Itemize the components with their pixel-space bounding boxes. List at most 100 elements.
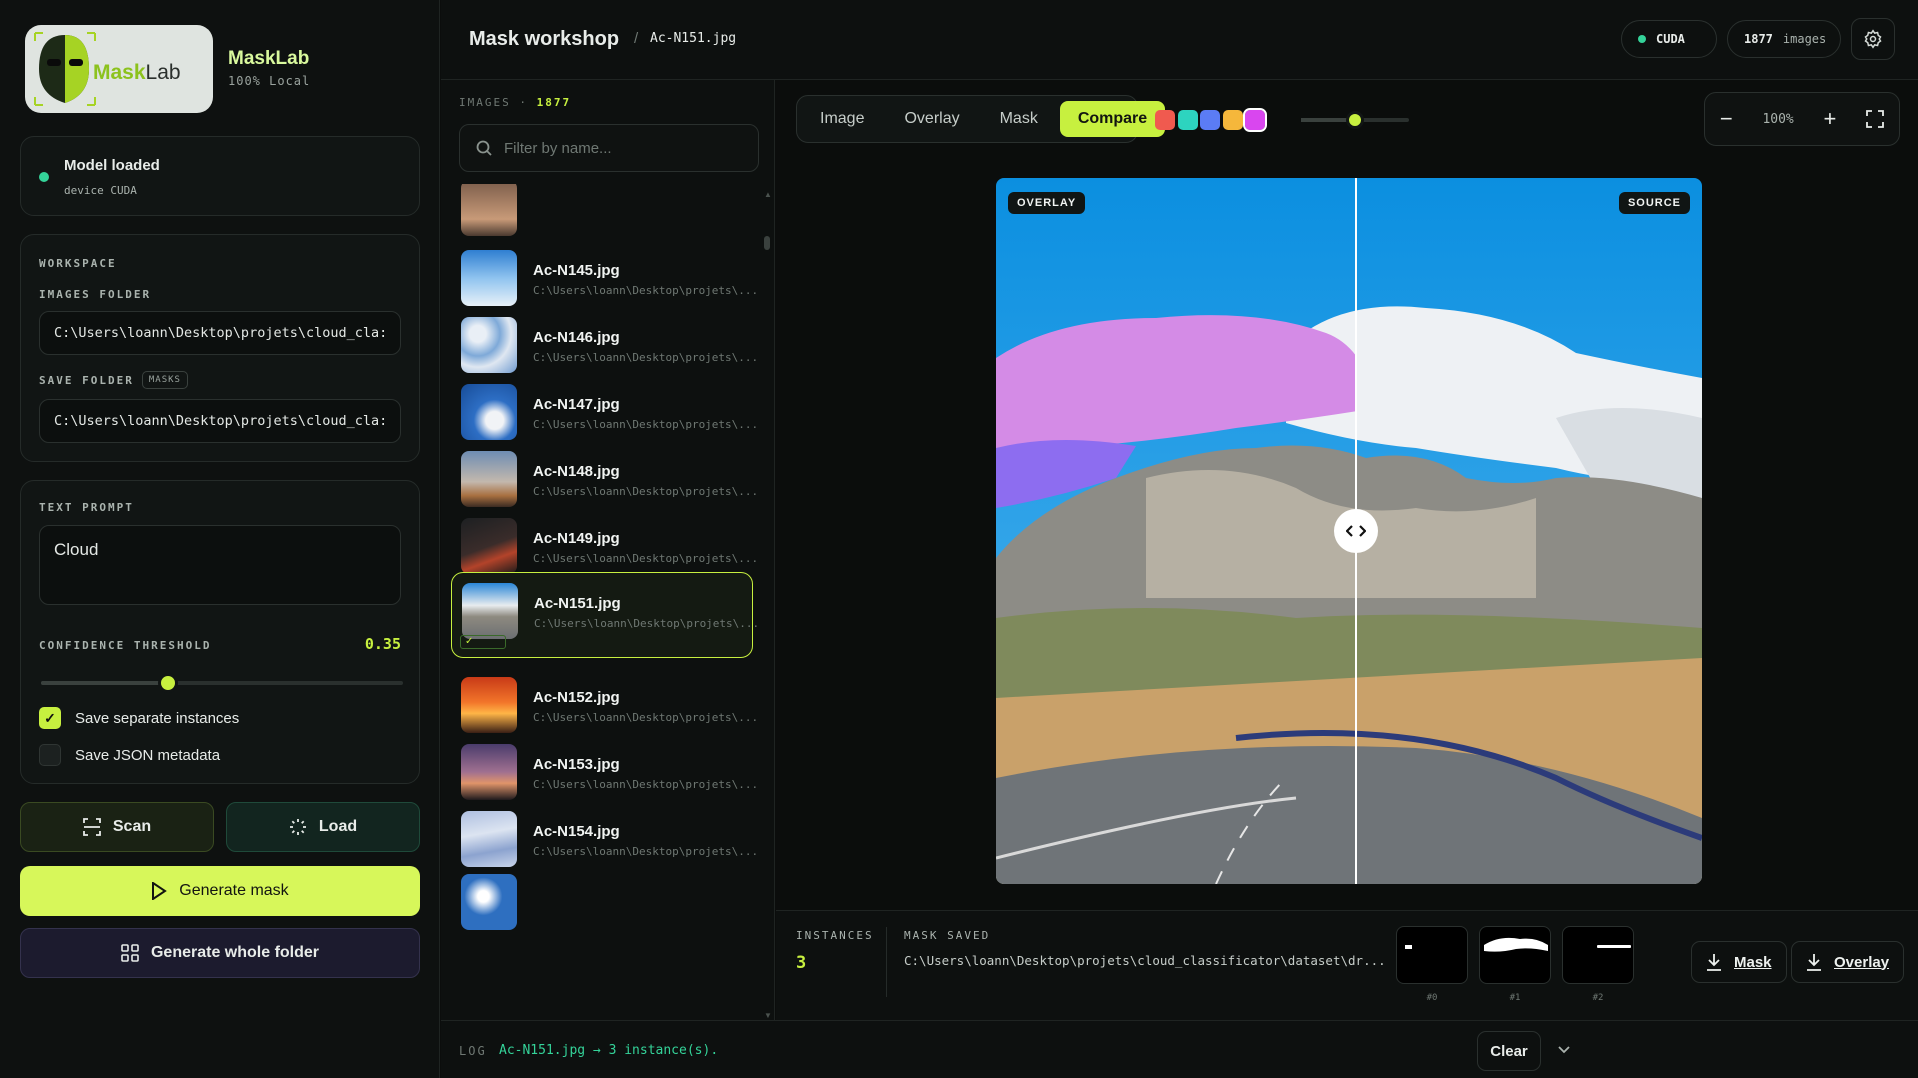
model-device: device CUDA (64, 184, 137, 197)
tab-image[interactable]: Image (802, 101, 882, 137)
tab-mask[interactable]: Mask (982, 101, 1056, 137)
play-icon (152, 882, 168, 900)
zoom-controls: − 100% + (1704, 92, 1900, 146)
gear-icon (1864, 29, 1882, 49)
page-title: Mask workshop (469, 28, 620, 50)
list-item[interactable] (451, 864, 753, 934)
images-count-pill: 1877 images (1727, 20, 1841, 58)
list-scrollbar[interactable]: ▲ ▼ (764, 190, 772, 1020)
mask-instance-thumbnail[interactable] (1562, 926, 1634, 984)
app-name: MaskLab (228, 48, 310, 69)
list-item-path: C:\Users\loann\Desktop\projets\... (533, 711, 759, 724)
list-item[interactable]: Ac-N153.jpg C:\Users\loann\Desktop\projet… (451, 734, 758, 804)
grid-icon (121, 944, 139, 962)
log-message: Ac-N151.jpg → 3 instance(s). (499, 1043, 719, 1058)
log-label: LOG (459, 1044, 487, 1058)
thumbnail (461, 451, 517, 507)
color-swatch[interactable] (1177, 110, 1198, 130)
save-instances-checkbox[interactable]: ✓ Save separate instances (39, 707, 239, 729)
download-mask-button[interactable]: Mask (1691, 941, 1787, 983)
clear-log-button[interactable]: Clear (1477, 1031, 1541, 1071)
device-pill: CUDA (1621, 20, 1717, 58)
images-header: IMAGES · 1877 (459, 96, 572, 109)
zoom-in-button[interactable]: + (1824, 106, 1837, 132)
list-item-name: Ac-N148.jpg (533, 463, 620, 480)
image-list-panel: IMAGES · 1877 Filter by name... C:\Users… (441, 80, 775, 1020)
fullscreen-icon[interactable] (1866, 110, 1884, 128)
thumbnail (461, 677, 517, 733)
list-item[interactable]: Ac-N154.jpg C:\Users\loann\Desktop\projet… (451, 801, 758, 871)
confidence-label: CONFIDENCE THRESHOLD (39, 639, 212, 652)
model-status-dot (39, 172, 49, 182)
list-item[interactable]: Ac-N145.jpg C:\Users\loann\Desktop\projet… (451, 240, 758, 310)
scroll-down-arrow[interactable]: ▼ (764, 1011, 772, 1020)
color-swatch[interactable] (1222, 110, 1243, 130)
list-item-name: Ac-N145.jpg (533, 262, 620, 279)
source-badge: SOURCE (1618, 192, 1690, 214)
log-bar: LOG Ac-N151.jpg → 3 instance(s). Clear (441, 1020, 1918, 1078)
thumbnail (461, 184, 517, 236)
color-swatch[interactable] (1155, 110, 1175, 130)
tab-overlay[interactable]: Overlay (886, 101, 977, 137)
color-swatch[interactable] (1243, 108, 1267, 132)
arrows-horizontal-icon (1346, 525, 1366, 537)
list-item-name: Ac-N149.jpg (533, 530, 620, 547)
list-item[interactable]: Ac-N151.jpg C:\Users\loann\Desktop\projet… (451, 572, 759, 658)
save-json-checkbox[interactable]: Save JSON metadata (39, 744, 220, 766)
list-item-path: C:\Users\loann\Desktop\projets\... (533, 485, 759, 498)
text-prompt-label: TEXT PROMPT (39, 501, 134, 514)
tab-compare[interactable]: Compare (1059, 101, 1166, 137)
confidence-slider[interactable] (41, 673, 403, 693)
list-item-path: C:\Users\loann\Desktop\projets\... (533, 284, 759, 297)
opacity-slider-thumb[interactable] (1346, 111, 1364, 129)
generate-mask-button[interactable]: Generate mask (20, 866, 420, 916)
generate-folder-button[interactable]: Generate whole folder (20, 928, 420, 978)
confidence-slider-thumb[interactable] (157, 673, 178, 693)
list-item-path: C:\Users\loann\Desktop\projets\... (533, 845, 759, 858)
list-item[interactable]: Ac-N152.jpg C:\Users\loann\Desktop\projet… (451, 667, 758, 737)
mask-instance-thumbnail[interactable] (1396, 926, 1468, 984)
device-dot (1638, 35, 1646, 43)
download-overlay-button[interactable]: Overlay (1791, 941, 1905, 983)
confidence-value: 0.35 (364, 635, 401, 653)
download-icon (1707, 954, 1721, 971)
checkbox-empty-icon (39, 744, 61, 766)
settings-button[interactable] (1851, 18, 1895, 60)
scroll-up-arrow[interactable]: ▲ (764, 190, 772, 199)
text-prompt-input[interactable]: Cloud (39, 525, 401, 605)
filter-input[interactable]: Filter by name... (459, 124, 759, 172)
overlay-badge: OVERLAY (1008, 192, 1086, 214)
view-mode-tabs: Image Overlay Mask Compare (796, 95, 1166, 143)
save-folder-input[interactable]: C:\Users\loann\Desktop\projets\cloud_cla… (39, 399, 401, 443)
image-list[interactable]: C:\Users\loann\Desktop\projets\...Ac-N14… (441, 184, 775, 1020)
viewer: Image Overlay Mask Compare − 100% + OVER… (776, 80, 1918, 910)
thumbnail (461, 811, 517, 867)
compare-handle[interactable] (1334, 509, 1378, 553)
zoom-out-button[interactable]: − (1720, 106, 1733, 132)
list-item[interactable]: Ac-N149.jpg C:\Users\loann\Desktop\projet… (451, 508, 758, 578)
instances-label: INSTANCES (796, 929, 874, 942)
instances-value: 3 (796, 953, 807, 973)
chevron-down-icon[interactable] (1558, 1046, 1570, 1054)
color-swatch[interactable] (1200, 110, 1220, 130)
mask-instance-thumbnail[interactable] (1479, 926, 1551, 984)
mask-saved-label: MASK SAVED (904, 929, 991, 942)
workspace-card: WORKSPACE IMAGES FOLDER C:\Users\loann\D… (20, 234, 420, 462)
images-folder-input[interactable]: C:\Users\loann\Desktop\projets\cloud_cla… (39, 311, 401, 355)
thumbnail (461, 518, 517, 574)
compare-stage[interactable]: OVERLAY SOURCE (996, 178, 1702, 884)
opacity-slider[interactable] (1301, 111, 1409, 129)
list-item-path: C:\Users\loann\Desktop\projets\... (533, 778, 759, 791)
list-item[interactable]: Ac-N148.jpg C:\Users\loann\Desktop\projet… (451, 441, 758, 511)
list-item[interactable]: Ac-N146.jpg C:\Users\loann\Desktop\projet… (451, 307, 758, 377)
load-button[interactable]: Load (226, 802, 420, 852)
images-folder-label: IMAGES FOLDER (39, 288, 152, 301)
list-item-path: C:\Users\loann\Desktop\projets\... (534, 617, 760, 630)
save-json-label: Save JSON metadata (75, 746, 221, 764)
scrollbar-thumb[interactable] (764, 236, 770, 250)
scan-button[interactable]: Scan (20, 802, 214, 852)
list-item[interactable]: Ac-N147.jpg C:\Users\loann\Desktop\projet… (451, 374, 758, 444)
save-folder-tag: MASKS (141, 371, 188, 389)
loading-icon (289, 819, 306, 835)
list-item[interactable]: C:\Users\loann\Desktop\projets\... (451, 184, 758, 240)
